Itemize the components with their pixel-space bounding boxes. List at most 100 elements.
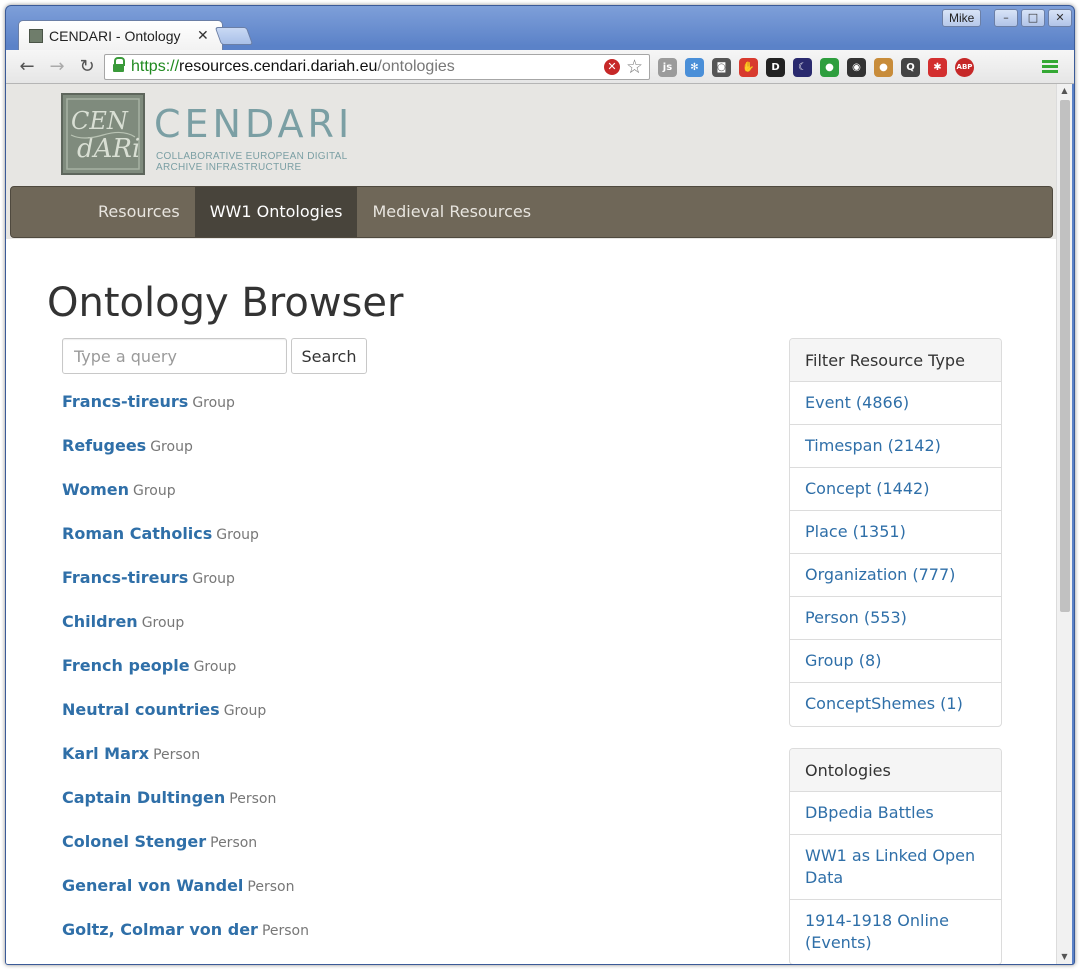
forward-arrow-icon[interactable]: → [46,56,68,78]
site-tagline: COLLABORATIVE EUROPEAN DIGITAL ARCHIVE I… [156,151,348,173]
profile-badge[interactable]: Mike [942,9,982,27]
result-link[interactable]: Colonel Stenger [62,832,206,851]
mask-icon[interactable]: ◉ [847,58,866,77]
result-type-label: Person [210,835,258,851]
extensions-bar: js ✻ ◙ ✋ D ☾ ● ◉ ● Q ✱ ABP [658,58,974,77]
favicon-icon [29,28,43,43]
result-type-label: Person [261,923,309,939]
pocket-icon[interactable]: ◙ [712,58,731,77]
site-logo-text: CENDARI [154,102,354,146]
result-type-label: Group [193,659,237,675]
result-link[interactable]: Karl Marx [62,744,149,763]
nav-item-ww1-ontologies[interactable]: WW1 Ontologies [194,187,358,237]
moon-icon[interactable]: ☾ [793,58,812,77]
filter-item[interactable]: Timespan (2142) [790,425,1001,468]
result-type-label: Person [247,879,295,895]
filter-item[interactable]: Concept (1442) [790,468,1001,511]
result-type-label: Group [141,615,185,631]
search-input[interactable] [62,338,287,374]
result-row: Women Group [62,474,662,518]
result-link[interactable]: Francs-tireurs [62,568,188,587]
scroll-down-arrow-icon[interactable]: ▼ [1057,950,1072,964]
result-row: Karl Marx Person [62,738,662,782]
magnifier-icon[interactable]: Q [901,58,920,77]
result-link[interactable]: Goltz, Colmar von der [62,920,258,939]
result-row: Francs-tireurs Group [62,562,662,606]
filter-resource-type-panel: Filter Resource Type Event (4866) Timespa… [789,338,1002,727]
result-type-label: Group [223,703,267,719]
site-header: CEN dARi CENDARI COLLABORATIVE EUROPEAN … [6,84,1056,239]
page-viewport: CEN dARi CENDARI COLLABORATIVE EUROPEAN … [6,84,1056,964]
result-type-label: Group [216,527,259,543]
tab-title: CENDARI - Ontology [49,27,181,44]
browser-window: CENDARI - Ontology ✕ Mike – □ ✕ ← → ↻ ht… [5,5,1075,965]
scrollbar-thumb[interactable] [1060,100,1070,612]
back-arrow-icon[interactable]: ← [16,56,38,78]
result-link[interactable]: French people [62,656,190,675]
results-list: Francs-tireurs Group Refugees Group Women Gro… [62,386,662,958]
title-bar: CENDARI - Ontology ✕ Mike – □ ✕ [6,6,1074,50]
result-link[interactable]: Captain Dultingen [62,788,225,807]
js-switch-icon[interactable]: js [658,58,677,77]
puzzle-icon[interactable]: ✱ [928,58,947,77]
result-link[interactable]: Roman Catholics [62,524,212,543]
reload-icon[interactable]: ↻ [76,56,98,78]
scroll-up-arrow-icon[interactable]: ▲ [1057,84,1072,98]
filter-item[interactable]: Organization (777) [790,554,1001,597]
result-type-label: Group [192,395,235,411]
window-close-button[interactable]: ✕ [1048,9,1072,27]
leaf-icon[interactable]: ● [820,58,839,77]
ontology-item[interactable]: DBpedia Battles [790,792,1001,835]
result-row: Roman Catholics Group [62,518,662,562]
result-row: Refugees Group [62,430,662,474]
browser-tab[interactable]: CENDARI - Ontology ✕ [18,20,223,50]
ontology-item[interactable]: WW1 as Linked Open Data [790,835,1001,900]
result-type-label: Person [153,747,201,763]
result-link[interactable]: Refugees [62,436,146,455]
result-row: Captain Dultingen Person [62,782,662,826]
main-navbar: Resources WW1 Ontologies Medieval Resource… [10,186,1053,238]
blocked-content-icon[interactable]: ✕ [603,59,620,75]
stop-hand-icon[interactable]: ✋ [739,58,758,77]
url-text[interactable]: https://resources.cendari.dariah.eu/onto… [131,58,455,76]
result-row: Neutral countries Group [62,694,662,738]
cookie-icon[interactable]: ● [874,58,893,77]
adblock-icon[interactable]: ABP [955,58,974,77]
result-link[interactable]: General von Wandel [62,876,243,895]
vertical-scrollbar[interactable]: ▲ ▼ [1056,84,1072,964]
result-row: General von Wandel Person [62,870,662,914]
ontologies-panel: Ontologies DBpedia Battles WW1 as Linked … [789,748,1002,964]
page-title: Ontology Browser [47,280,404,326]
result-row: Goltz, Colmar von der Person [62,914,662,958]
filter-item[interactable]: Event (4866) [790,382,1001,425]
result-link[interactable]: Women [62,480,129,499]
maximize-button[interactable]: □ [1021,9,1045,27]
panel-heading: Ontologies [790,749,1001,792]
result-link[interactable]: Francs-tireurs [62,392,188,411]
result-type-label: Group [192,571,235,587]
new-tab-button[interactable] [214,27,254,45]
minimize-button[interactable]: – [994,9,1018,27]
menu-icon[interactable] [1042,60,1058,74]
filter-item[interactable]: ConceptShemes (1) [790,683,1001,726]
ontology-item[interactable]: 1914-1918 Online (Events) [790,900,1001,964]
result-link[interactable]: Children [62,612,138,631]
address-bar[interactable]: https://resources.cendari.dariah.eu/onto… [104,54,650,80]
filter-item[interactable]: Group (8) [790,640,1001,683]
browser-toolbar: ← → ↻ https://resources.cendari.dariah.e… [6,50,1074,84]
result-type-label: Person [229,791,277,807]
tab-close-icon[interactable]: ✕ [197,28,209,44]
result-link[interactable]: Neutral countries [62,700,220,719]
filter-item[interactable]: Place (1351) [790,511,1001,554]
cendari-logo-icon[interactable]: CEN dARi [61,93,145,175]
result-type-label: Group [132,483,176,499]
result-row: Colonel Stenger Person [62,826,662,870]
bookmark-star-icon[interactable]: ☆ [626,57,643,77]
result-row: French people Group [62,650,662,694]
d-icon[interactable]: D [766,58,785,77]
nav-item-resources[interactable]: Resources [83,187,195,237]
snowflake-icon[interactable]: ✻ [685,58,704,77]
filter-item[interactable]: Person (553) [790,597,1001,640]
nav-item-medieval-resources[interactable]: Medieval Resources [357,187,546,237]
search-button[interactable]: Search [291,338,367,374]
